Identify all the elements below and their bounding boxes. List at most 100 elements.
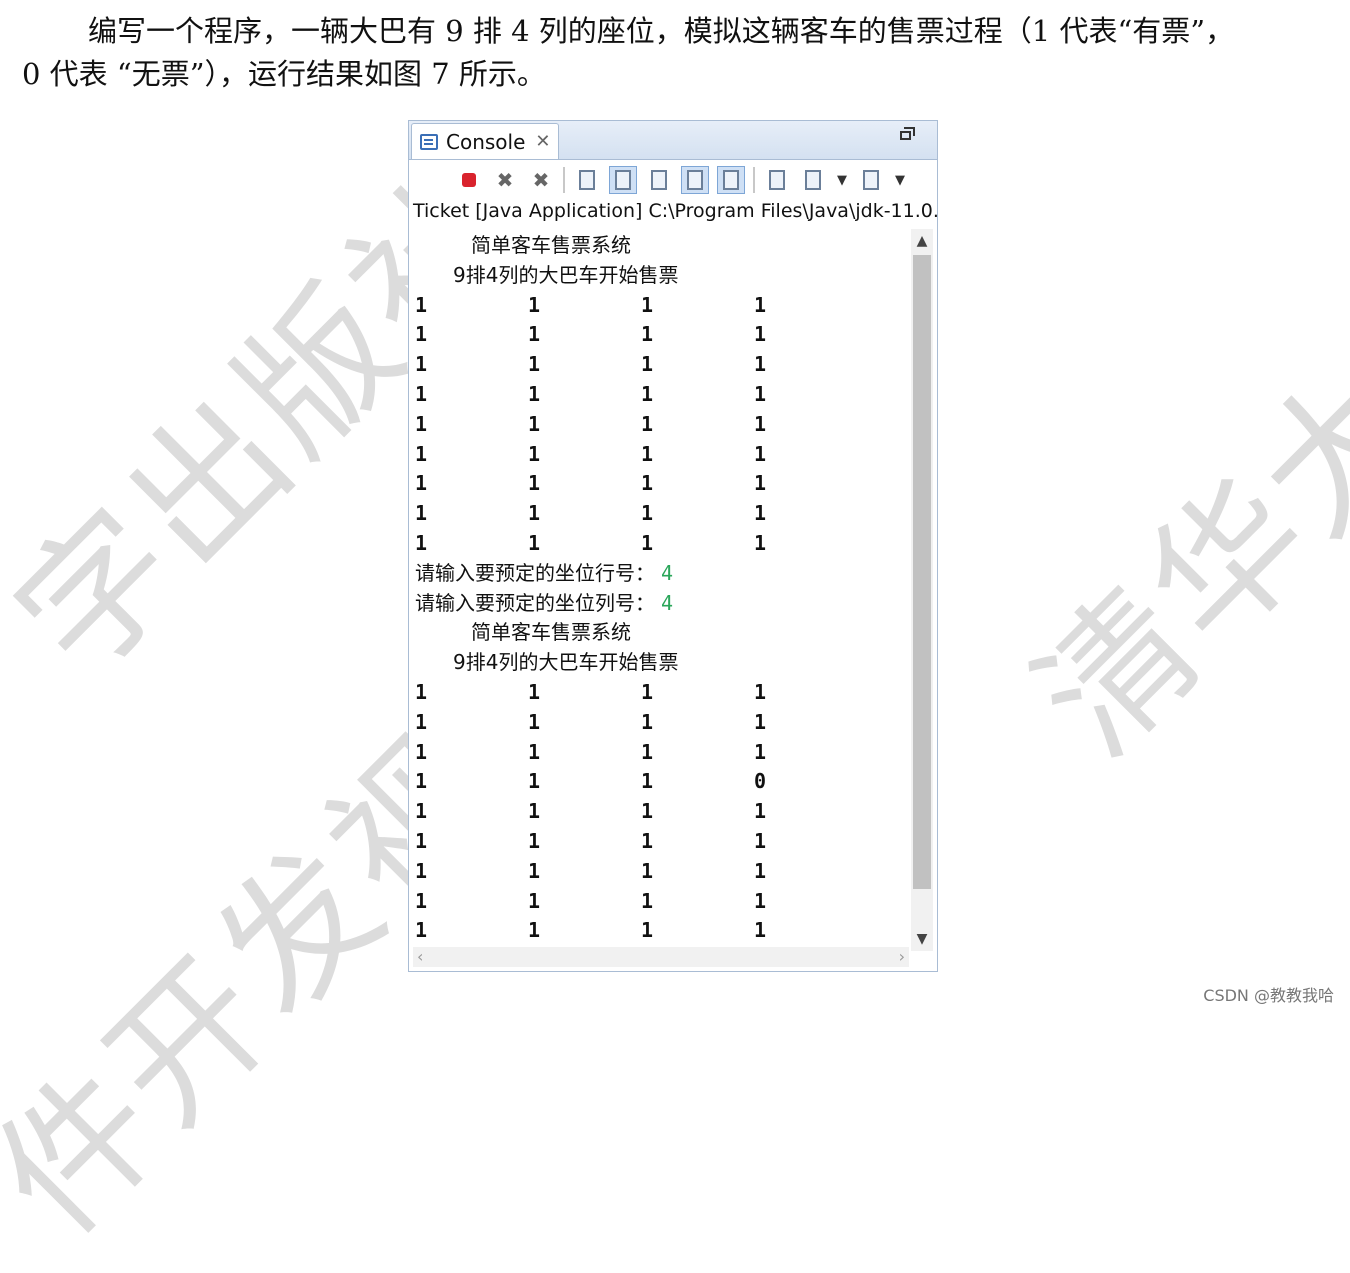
seat-cell: 1 xyxy=(415,530,428,555)
seat-cell: 1 xyxy=(754,918,767,943)
seat-cell: 1 xyxy=(641,381,654,406)
seat-cell: 1 xyxy=(641,769,654,794)
seat-row: 1 1 1 1 xyxy=(415,708,909,738)
seat-cell: 1 xyxy=(754,709,767,734)
pin-console-icon[interactable] xyxy=(763,166,791,194)
seat-cell: 1 xyxy=(641,441,654,466)
seat-cell: 1 xyxy=(415,799,428,824)
seat-row: 1 1 1 1 xyxy=(415,678,909,708)
chevron-down-icon[interactable]: ▼ xyxy=(893,166,907,194)
seat-cell: 1 xyxy=(415,352,428,377)
seat-cell: 1 xyxy=(641,679,654,704)
seat-cell: 1 xyxy=(754,292,767,317)
seat-cell: 1 xyxy=(641,322,654,347)
source-credit: CSDN @教教我哈 xyxy=(1203,986,1334,1005)
seat-cell: 1 xyxy=(528,352,541,377)
horizontal-scrollbar[interactable]: ‹ › xyxy=(413,947,909,967)
seat-cell: 1 xyxy=(528,441,541,466)
seat-cell: 1 xyxy=(528,739,541,764)
remove-launch-icon[interactable]: ✖ xyxy=(491,166,519,194)
seat-row: 1 1 1 1 xyxy=(415,827,909,857)
seat-cell: 1 xyxy=(528,769,541,794)
seat-cell: 1 xyxy=(754,888,767,913)
seat-cell: 1 xyxy=(415,739,428,764)
seat-cell: 1 xyxy=(528,679,541,704)
seat-cell: 1 xyxy=(415,381,428,406)
console-tab[interactable]: Console ✕ xyxy=(411,123,559,159)
seat-cell: 1 xyxy=(641,918,654,943)
console-toolbar: ✖ ✖ ▼ ▼ xyxy=(409,160,937,200)
seat-cell: 1 xyxy=(641,709,654,734)
seat-row: 1 1 1 1 xyxy=(415,857,909,887)
scroll-lock-icon[interactable] xyxy=(609,166,637,194)
seat-row: 1 1 1 1 xyxy=(415,916,909,946)
seat-grid-before: 1 1 1 1 1 1 1 1 1 1 1 1 1 1 1 1 1 1 1 1 1 1 1 1 1 1 1 1 1 1 1 1 1 1 1 1 xyxy=(415,291,909,559)
clear-console-icon[interactable] xyxy=(573,166,601,194)
seat-row: 1 1 1 1 xyxy=(415,350,909,380)
seat-row: 1 1 1 1 xyxy=(415,380,909,410)
chevron-right-icon[interactable]: › xyxy=(899,947,905,966)
terminate-button[interactable] xyxy=(455,166,483,194)
seat-row: 1 1 1 1 xyxy=(415,291,909,321)
seat-cell: 1 xyxy=(528,381,541,406)
seat-row: 1 1 1 1 xyxy=(415,738,909,768)
seat-cell: 1 xyxy=(528,918,541,943)
seat-cell: 1 xyxy=(415,292,428,317)
close-icon[interactable]: ✕ xyxy=(535,131,550,152)
seat-row: 1 1 1 1 xyxy=(415,469,909,499)
seat-row: 1 1 1 1 xyxy=(415,529,909,559)
paragraph-line-1: 编写一个程序，一辆大巴有 9 排 4 列的座位，模拟这辆客车的售票过程（1 代表… xyxy=(88,14,1235,48)
seat-cell: 1 xyxy=(754,828,767,853)
row-input-value: 4 xyxy=(661,560,674,585)
seat-cell: 1 xyxy=(528,292,541,317)
display-console-icon[interactable] xyxy=(799,166,827,194)
console-view: Console ✕ ✖ ✖ ▼ ▼ Ticket [Java Applicati… xyxy=(408,120,938,972)
console-icon xyxy=(420,133,438,150)
chevron-left-icon[interactable]: ‹ xyxy=(417,947,423,966)
seat-cell: 1 xyxy=(754,501,767,526)
seat-grid-after: 1 1 1 1 1 1 1 1 1 1 1 1 1 1 1 0 1 1 1 1 1 1 1 1 1 1 1 1 1 1 1 1 1 1 1 1 xyxy=(415,678,909,946)
seat-cell: 1 xyxy=(528,709,541,734)
exercise-paragraph: 编写一个程序，一辆大巴有 9 排 4 列的座位，模拟这辆客车的售票过程（1 代表… xyxy=(22,10,1322,96)
open-console-icon[interactable] xyxy=(857,166,885,194)
restore-icon[interactable] xyxy=(900,127,915,140)
chevron-up-icon[interactable]: ▲ xyxy=(911,229,933,253)
seat-cell: 1 xyxy=(415,322,428,347)
seat-cell: 0 xyxy=(754,769,767,794)
chevron-down-icon[interactable]: ▼ xyxy=(835,166,849,194)
seat-cell: 1 xyxy=(415,828,428,853)
seat-cell: 1 xyxy=(415,858,428,883)
seat-cell: 1 xyxy=(415,411,428,436)
seat-cell: 1 xyxy=(528,828,541,853)
seat-cell: 1 xyxy=(528,471,541,496)
seat-cell: 1 xyxy=(415,471,428,496)
show-on-stderr-icon[interactable] xyxy=(717,166,745,194)
seat-row: 1 1 1 1 xyxy=(415,499,909,529)
seat-cell: 1 xyxy=(415,888,428,913)
seat-cell: 1 xyxy=(754,530,767,555)
scrollbar-thumb[interactable] xyxy=(913,255,931,889)
console-tab-label: Console xyxy=(446,129,526,154)
seat-cell: 1 xyxy=(415,501,428,526)
seat-cell: 1 xyxy=(528,799,541,824)
seat-cell: 1 xyxy=(528,411,541,436)
seat-cell: 1 xyxy=(754,441,767,466)
seat-cell: 1 xyxy=(415,918,428,943)
seat-row: 1 1 1 1 xyxy=(415,320,909,350)
seat-cell: 1 xyxy=(528,322,541,347)
word-wrap-icon[interactable] xyxy=(645,166,673,194)
stop-icon xyxy=(462,173,476,187)
seat-cell: 1 xyxy=(641,352,654,377)
system-subtitle: 9排4列的大巴车开始售票 xyxy=(453,650,679,675)
seat-row: 1 1 1 1 xyxy=(415,887,909,917)
remove-all-icon[interactable]: ✖ xyxy=(527,166,555,194)
seat-cell: 1 xyxy=(641,530,654,555)
chevron-down-icon[interactable]: ▼ xyxy=(911,927,933,951)
seat-row: 1 1 1 1 xyxy=(415,410,909,440)
vertical-scrollbar[interactable]: ▲ ▼ xyxy=(911,229,933,951)
seat-cell: 1 xyxy=(415,441,428,466)
seat-cell: 1 xyxy=(754,679,767,704)
show-on-stdout-icon[interactable] xyxy=(681,166,709,194)
console-output[interactable]: 简单客车售票系统 9排4列的大巴车开始售票 111111111111111111… xyxy=(409,229,909,951)
seat-cell: 1 xyxy=(754,411,767,436)
